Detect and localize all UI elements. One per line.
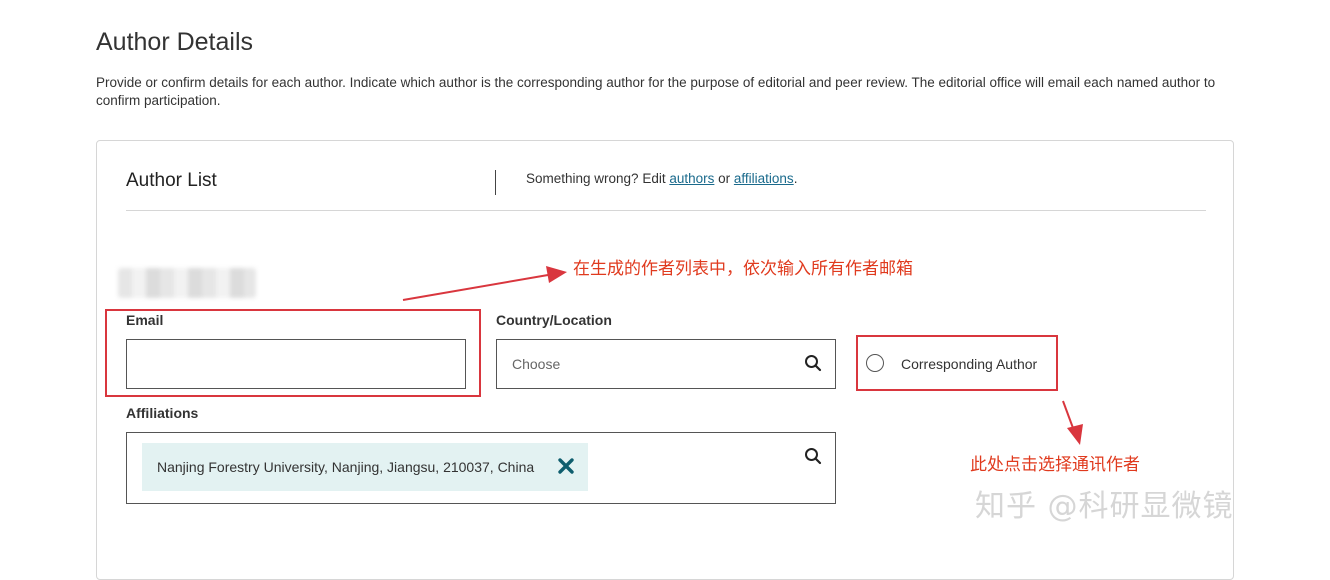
arrow-to-corresponding <box>1062 400 1083 445</box>
arrow-to-email-note <box>402 266 567 301</box>
email-annotation: 在生成的作者列表中，依次输入所有作者邮箱 <box>573 259 913 279</box>
corresponding-annotation: 此处点击选择通讯作者 <box>970 455 1140 475</box>
watermark: 知乎 @科研显微镜 <box>975 489 1234 524</box>
